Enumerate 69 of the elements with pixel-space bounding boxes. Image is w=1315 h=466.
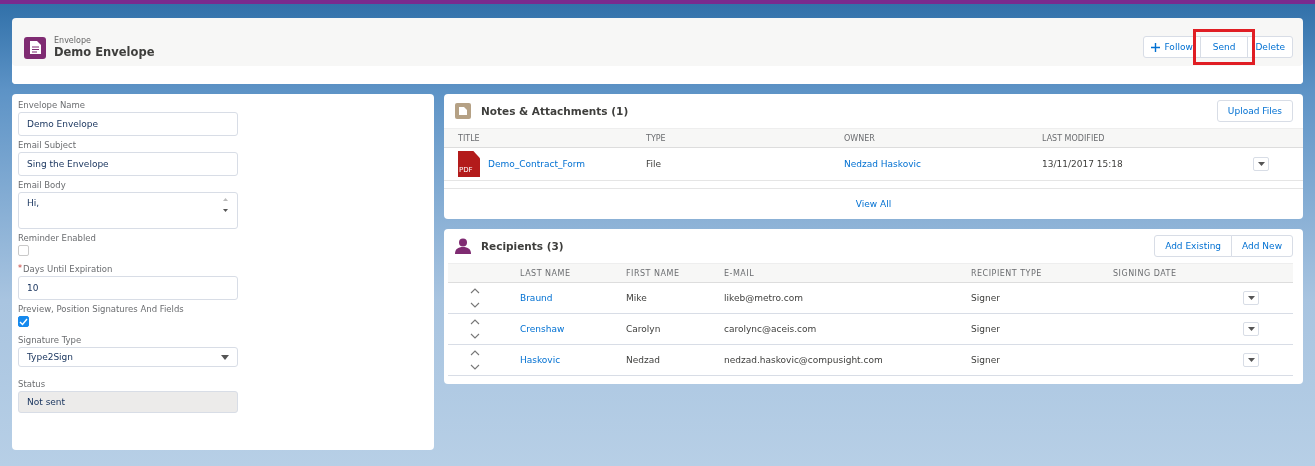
recipient-link[interactable]: Haskovic	[520, 355, 561, 365]
upload-button[interactable]: Upload Files	[1216, 100, 1293, 122]
column-header: FIRST NAME	[626, 268, 681, 278]
checkbox[interactable]	[18, 245, 29, 256]
column-header: LAST NAME	[520, 268, 572, 278]
field-label: Email Subject	[18, 140, 78, 150]
reorder-arrows-icon	[470, 350, 480, 370]
table-cell-text: Carolyn	[626, 324, 662, 334]
required-mark: *	[18, 264, 22, 274]
row-menu-button[interactable]	[1243, 353, 1259, 367]
column-header: TITLE	[458, 133, 481, 143]
field-label: Preview, Position Signatures And Fields	[18, 304, 185, 314]
field-label: Signature Type	[18, 335, 83, 345]
field-label: Reminder Enabled	[18, 233, 97, 243]
table-cell-text: Nedzad	[626, 355, 661, 365]
column-header: E-MAIL	[724, 268, 756, 278]
column-header: RECIPIENT TYPE	[971, 268, 1043, 278]
caret-icon	[1247, 296, 1255, 300]
readonly-field: Not sent	[18, 391, 238, 413]
column-header: TYPE	[646, 133, 667, 143]
recipient-link[interactable]: Crenshaw	[520, 324, 565, 334]
caret-icon	[221, 354, 229, 360]
table-cell-text: likeb@metro.com	[724, 293, 804, 303]
field-label: Envelope Name	[18, 100, 86, 110]
object-type-label: Envelope	[54, 36, 92, 45]
reorder-arrows-icon	[470, 319, 480, 339]
field-label: Email Body	[18, 180, 67, 190]
field-label: Status	[18, 379, 47, 389]
record-title: Demo Envelope	[54, 45, 155, 59]
notes-icon	[455, 103, 471, 119]
file-link[interactable]: Demo_Contract_Form	[488, 159, 586, 169]
table-cell-text: File	[646, 159, 663, 169]
row-menu-button[interactable]	[1253, 157, 1269, 171]
reorder-arrows-icon	[470, 288, 480, 308]
select-field[interactable]: Type2Sign	[18, 347, 238, 367]
action-button[interactable]: Follow	[1142, 36, 1201, 58]
table-cell-text: nedzad.haskovic@compusight.com	[724, 355, 884, 365]
caret-icon	[1257, 162, 1265, 166]
table-cell-text: 13/11/2017 15:18	[1042, 159, 1124, 169]
person-icon	[455, 238, 471, 254]
row-menu-button[interactable]	[1243, 291, 1259, 305]
group-button[interactable]: Add Existing	[1154, 235, 1233, 257]
card-title: Notes & Attachments (1)	[481, 105, 630, 117]
input-field[interactable]: 10	[18, 276, 238, 300]
table-cell-text: Signer	[971, 355, 1001, 365]
view-all-link[interactable]: View All	[855, 199, 892, 209]
column-header: LAST MODIFIED	[1042, 133, 1106, 143]
text-area-value: Hi,	[27, 198, 40, 208]
column-header: OWNER	[844, 133, 876, 143]
caret-icon	[1247, 327, 1255, 331]
column-header: SIGNING DATE	[1113, 268, 1178, 278]
input-field[interactable]: Sing the Envelope	[18, 152, 238, 176]
row-menu-button[interactable]	[1243, 322, 1259, 336]
group-button[interactable]: Add New	[1231, 235, 1293, 257]
card-title: Recipients (3)	[481, 240, 565, 252]
table-cell-text: carolync@aceis.com	[724, 324, 818, 334]
field-label: Days Until Expiration	[23, 264, 113, 274]
owner-link[interactable]: Nedzad Haskovic	[844, 159, 1042, 169]
action-button[interactable]: Delete	[1247, 36, 1293, 58]
recipient-link[interactable]: Braund	[520, 293, 553, 303]
table-cell-text: Signer	[971, 324, 1001, 334]
caret-icon	[1247, 358, 1255, 362]
table-cell-text: Signer	[971, 293, 1001, 303]
text-area[interactable]: Hi,	[18, 192, 238, 229]
envelope-record-icon	[24, 36, 46, 59]
plus-icon	[1150, 42, 1160, 52]
input-field[interactable]: Demo Envelope	[18, 112, 238, 136]
checkbox[interactable]	[18, 316, 29, 327]
table-cell-text: Mike	[626, 293, 648, 303]
